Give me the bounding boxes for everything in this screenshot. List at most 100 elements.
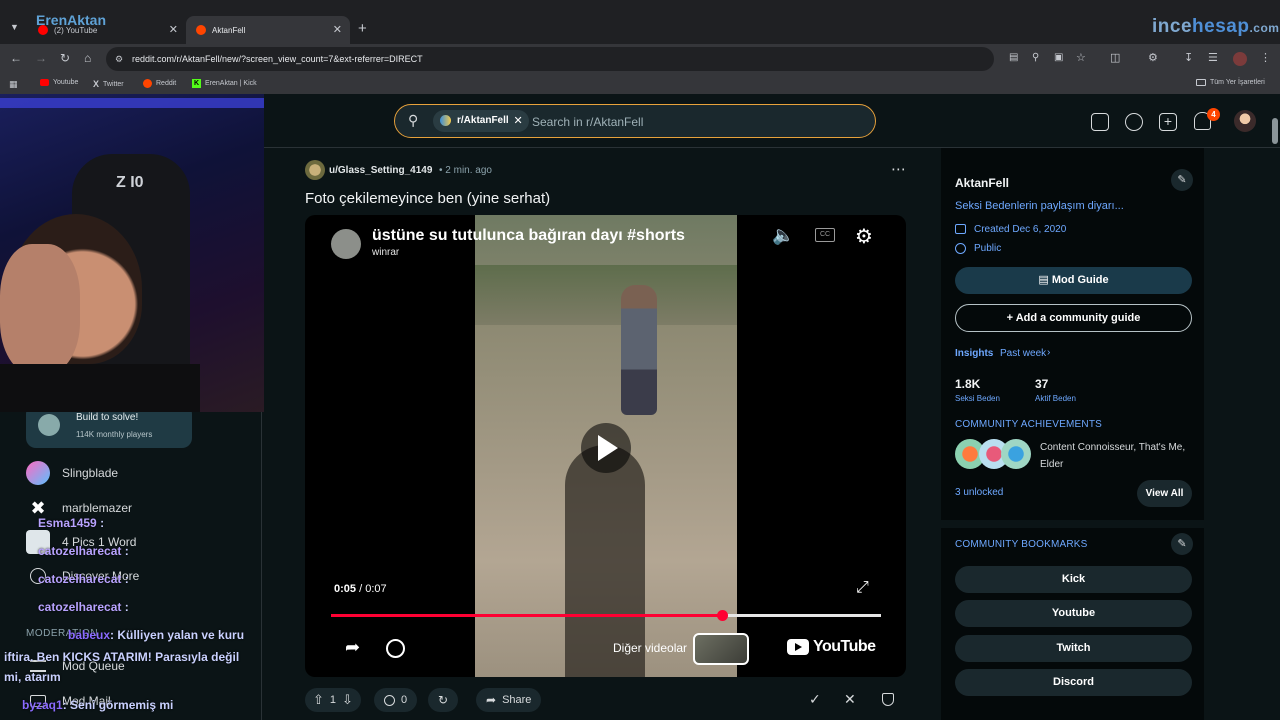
download-icon[interactable]: ↧	[1184, 52, 1193, 64]
new-tab-icon[interactable]: +	[358, 20, 367, 37]
share-label: Share	[502, 694, 532, 706]
cake-icon	[955, 224, 966, 234]
extensions-icon[interactable]: ◫	[1110, 52, 1120, 64]
bookmark-discord-button[interactable]: Discord	[955, 669, 1192, 696]
install-icon[interactable]: ▣	[1054, 52, 1063, 64]
upvote-icon[interactable]: ⇧	[313, 692, 324, 708]
nav-label: Slingblade	[62, 466, 119, 480]
chat-message: catozelharecat :	[4, 572, 129, 586]
bookmark-kick[interactable]: K ErenAktan | Kick	[192, 79, 257, 88]
close-tab-icon[interactable]: ✕	[333, 23, 342, 36]
community-sidebar: AktanFell ✎ Seksi Bedenlerin paylaşım di…	[941, 148, 1204, 720]
remove-icon[interactable]: ✕	[844, 691, 856, 708]
remove-filter-icon[interactable]: ✕	[513, 110, 522, 132]
channel-avatar[interactable]	[331, 229, 361, 259]
captions-icon[interactable]: CC	[815, 228, 835, 242]
bookmark-twitch-button[interactable]: Twitch	[955, 635, 1192, 662]
author-avatar[interactable]	[305, 160, 325, 180]
mod-guide-label: Mod Guide	[1051, 274, 1109, 286]
insights-period[interactable]: Past week	[1000, 348, 1046, 359]
edit-bookmarks-button[interactable]: ✎	[1171, 533, 1193, 555]
user-avatar[interactable]	[1234, 110, 1256, 132]
volume-icon[interactable]: 🔈	[772, 225, 794, 246]
bookmark-star-icon[interactable]: ☆	[1076, 52, 1086, 64]
chevron-right-icon: ›	[1047, 347, 1051, 358]
post-options-icon[interactable]: ⋯	[891, 160, 906, 178]
embedded-video-player[interactable]: üstüne su tutulunca bağıran dayı #shorts…	[305, 215, 906, 677]
more-videos-label[interactable]: Diğer videolar	[613, 641, 687, 655]
reload-icon[interactable]: ↻	[60, 52, 70, 64]
apps-icon[interactable]: ▦	[9, 78, 18, 90]
youtube-play-icon	[787, 639, 809, 655]
chat-user: byzaq1	[22, 698, 63, 712]
chevron-down-icon[interactable]: ▼	[10, 22, 19, 32]
community-name: AktanFell	[955, 176, 1010, 190]
bookmark-reddit[interactable]: Reddit	[143, 79, 176, 88]
reddit-icon	[143, 79, 152, 88]
incognito-icon[interactable]: ⚙	[1148, 52, 1158, 64]
media-icon[interactable]: ☰	[1208, 52, 1218, 64]
share-icon: ➦	[486, 693, 497, 707]
community-filter-chip[interactable]: r/AktanFell ✕	[433, 110, 529, 132]
achievements-title: COMMUNITY ACHIEVEMENTS	[955, 419, 1103, 430]
bookmark-youtube-button[interactable]: Youtube	[955, 600, 1192, 627]
youtube-logo[interactable]: YouTube	[787, 638, 876, 656]
settings-gear-icon[interactable]: ⚙	[855, 224, 873, 249]
search-bar[interactable]: ⚲ r/AktanFell ✕ Search in r/AktanFell	[394, 104, 876, 138]
back-icon[interactable]: ←	[10, 52, 22, 64]
video-channel[interactable]: winrar	[372, 247, 399, 258]
view-all-button[interactable]: View All	[1137, 480, 1192, 507]
webcam-person-shirt	[0, 364, 200, 412]
url-field[interactable]: ⚙ reddit.com/r/AktanFell/new/?screen_vie…	[106, 47, 994, 71]
crosspost-button[interactable]: ↻	[428, 688, 459, 712]
tab-youtube[interactable]: (2) YouTube ✕	[28, 16, 186, 44]
chat-user: catozelharecat	[38, 572, 122, 586]
nav-item-slingblade[interactable]: Slingblade	[26, 461, 118, 485]
site-info-icon[interactable]: ⚙	[115, 47, 123, 71]
nav-label: marblemazer	[62, 501, 133, 515]
chat-text: :	[124, 572, 129, 586]
search-placeholder: Search in r/AktanFell	[532, 115, 644, 129]
translate-icon[interactable]: ▤	[1009, 52, 1018, 64]
forward-icon[interactable]: →	[35, 52, 47, 64]
tab-aktanfell[interactable]: AktanFell ✕	[186, 16, 350, 44]
menu-icon[interactable]: ⋮	[1260, 52, 1271, 64]
bookmark-twitter[interactable]: X Twitter	[93, 79, 124, 89]
bookmark-kick-button[interactable]: Kick	[955, 566, 1192, 593]
zoom-icon[interactable]: ⚲	[1032, 52, 1039, 64]
create-post-icon[interactable]: +	[1159, 113, 1177, 131]
share-arrow-icon[interactable]: ➦	[345, 637, 360, 658]
approve-icon[interactable]: ✓	[809, 691, 821, 708]
vote-count: 1	[329, 694, 337, 706]
edit-info-button[interactable]: ✎	[1171, 169, 1193, 191]
vote-group: ⇧ 1 ⇩	[305, 688, 361, 712]
video-title[interactable]: üstüne su tutulunca bağıran dayı #shorts	[372, 227, 685, 245]
address-bar-row: ← → ↻ ⌂ ⚙ reddit.com/r/AktanFell/new/?sc…	[0, 44, 1280, 74]
play-button[interactable]	[581, 423, 631, 473]
mod-shield-icon[interactable]	[882, 693, 894, 706]
chat-icon[interactable]	[1125, 113, 1143, 131]
more-videos-thumbnail[interactable]	[693, 633, 749, 665]
comments-button[interactable]: 0	[374, 688, 418, 712]
chat-message: mi, atarım	[4, 670, 61, 684]
page-scrollbar[interactable]	[1272, 118, 1278, 144]
profile-avatar[interactable]	[1233, 52, 1247, 66]
watch-later-icon[interactable]	[386, 639, 405, 658]
progress-knob[interactable]	[716, 610, 728, 621]
home-icon[interactable]: ⌂	[84, 52, 91, 64]
fullscreen-icon[interactable]: ⤢	[856, 579, 869, 597]
all-bookmarks[interactable]: Tüm Yer İşaretleri	[1196, 79, 1265, 86]
chat-text: : Seni görmemiş mi	[62, 698, 174, 712]
tab-label: (2) YouTube	[54, 25, 98, 35]
mod-guide-button[interactable]: ▤ Mod Guide	[955, 267, 1192, 294]
close-tab-icon[interactable]: ✕	[169, 23, 178, 36]
bookmark-youtube[interactable]: Youtube	[40, 79, 78, 86]
progress-track[interactable]	[331, 610, 881, 621]
share-button[interactable]: ➦ Share	[476, 688, 542, 712]
downvote-icon[interactable]: ⇩	[342, 692, 353, 708]
post-author[interactable]: u/Glass_Setting_4149	[329, 165, 432, 176]
chat-text: mi, atarım	[4, 670, 61, 684]
add-community-guide-button[interactable]: + Add a community guide	[955, 304, 1192, 332]
ads-icon[interactable]	[1091, 113, 1109, 131]
bookmark-label: ErenAktan | Kick	[205, 80, 257, 87]
